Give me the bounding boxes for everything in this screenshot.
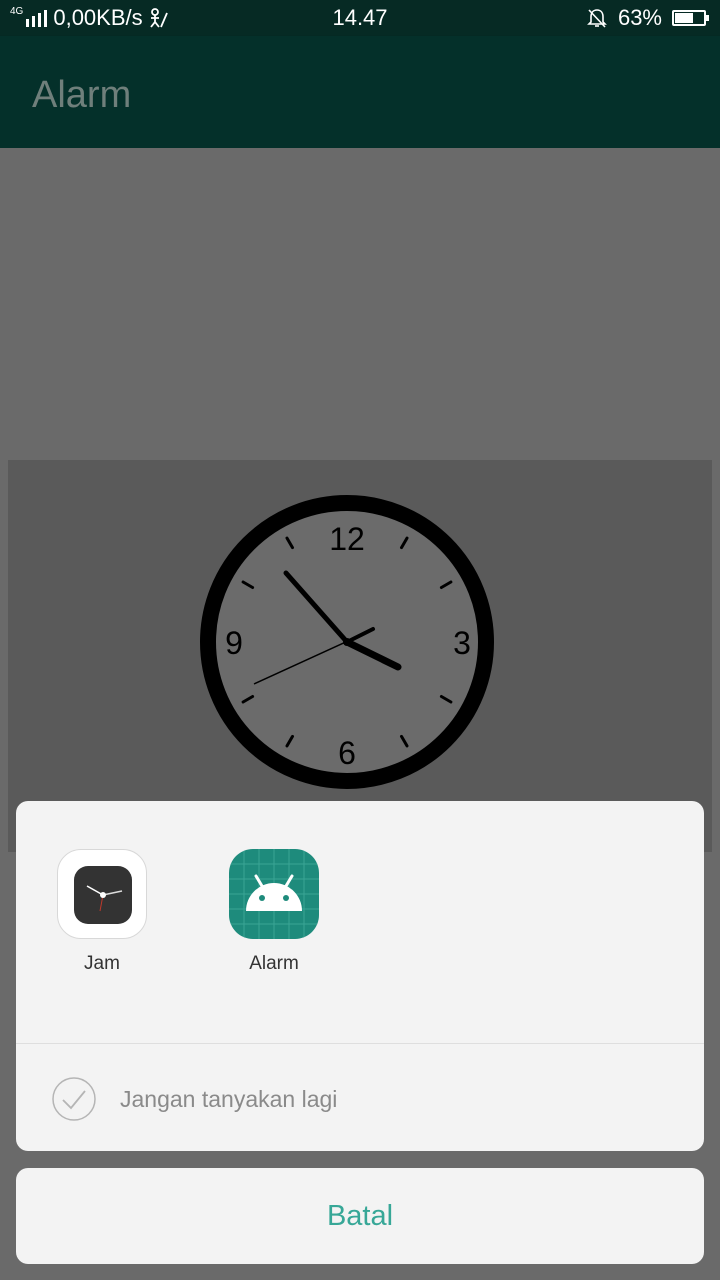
- numeral-9: 9: [225, 625, 243, 661]
- app-chooser-sheet: Jam Alarm Jangan tanyakan lagi: [16, 801, 704, 1151]
- signal-icon: [26, 10, 48, 27]
- app-option-alarm[interactable]: Alarm: [214, 849, 334, 975]
- dont-ask-again-option[interactable]: Jangan tanyakan lagi: [52, 1077, 337, 1121]
- analog-clock-panel: 12 3 6 9: [8, 460, 712, 852]
- dont-ask-again-label: Jangan tanyakan lagi: [120, 1085, 338, 1112]
- numeral-6: 6: [338, 735, 356, 771]
- status-bar: 4G 0,00KB/s 14.47 63%: [0, 0, 720, 36]
- data-rate: 0,00KB/s: [53, 5, 143, 30]
- status-left: 4G 0,00KB/s: [10, 5, 169, 31]
- clock-app-icon: [57, 849, 147, 939]
- check-circle-icon[interactable]: [52, 1077, 96, 1121]
- cancel-button[interactable]: Batal: [16, 1168, 704, 1264]
- silent-bell-icon: [587, 9, 607, 28]
- numeral-12: 12: [329, 521, 365, 557]
- app-label-jam: Jam: [84, 953, 120, 974]
- app-option-jam[interactable]: Jam: [42, 849, 162, 975]
- status-right: 63%: [586, 5, 709, 31]
- app-bar: Alarm: [0, 36, 720, 148]
- sheet-divider: [16, 1043, 704, 1044]
- android-app-icon: [229, 849, 319, 939]
- numeral-3: 3: [453, 625, 471, 661]
- network-type: 4G: [10, 5, 24, 17]
- battery-percent: 63%: [617, 5, 662, 30]
- battery-fill: [675, 13, 693, 23]
- battery-icon: [672, 10, 709, 26]
- app-title: Alarm: [32, 74, 132, 116]
- app-label-alarm: Alarm: [249, 953, 299, 974]
- analog-clock: 12 3 6 9: [200, 495, 494, 789]
- usb-debug-icon: [149, 8, 168, 28]
